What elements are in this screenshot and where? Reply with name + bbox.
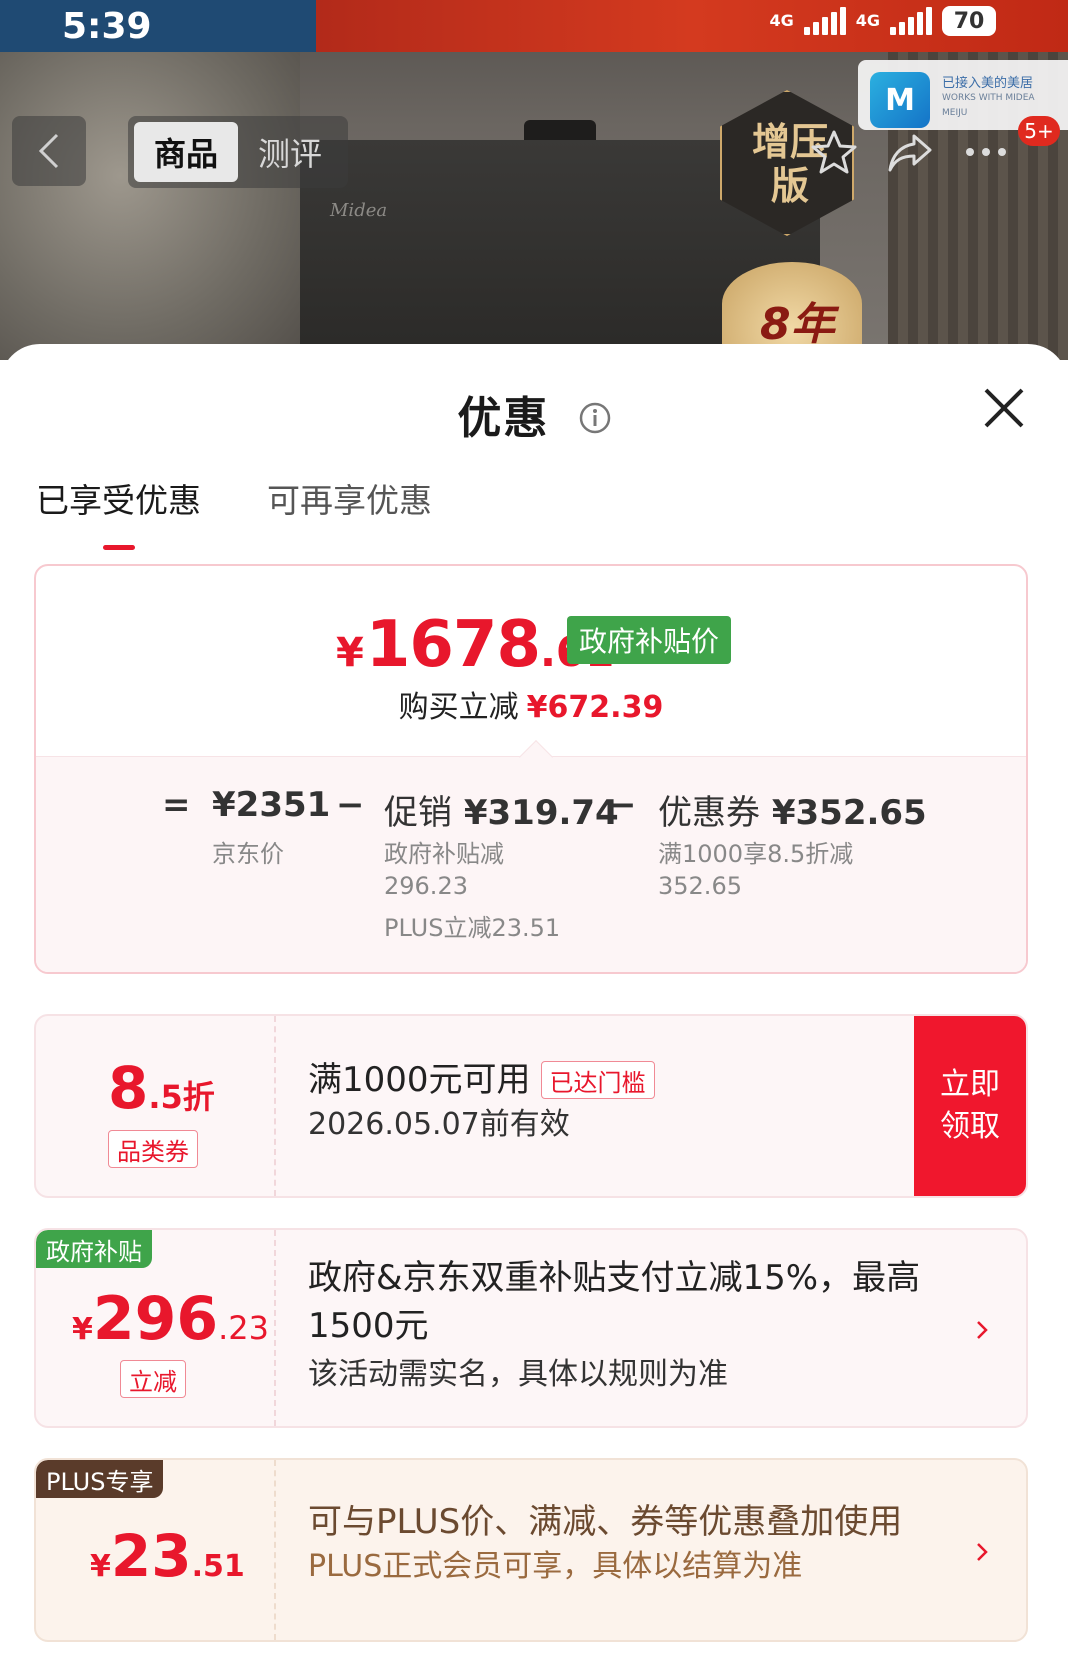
gov-currency: ¥ — [72, 1312, 93, 1347]
plus-currency: ¥ — [90, 1549, 111, 1584]
claim-coupon-button[interactable]: 立即领取 — [914, 1016, 1026, 1196]
back-button[interactable] — [12, 116, 86, 186]
warranty-badge-text: 8年 — [760, 299, 835, 350]
meiju-logo-icon: M — [870, 72, 930, 128]
gov-desc: 该活动需实名，具体以规则为准 — [308, 1357, 728, 1392]
coupon-type-tag: 品类券 — [108, 1130, 198, 1168]
notification-badge: 5+ — [1018, 116, 1060, 146]
device-brand-mark: Midea — [330, 200, 388, 221]
coupon-card: 8 .5折 品类券 满1000元可用 已达门槛 2026.05.07前有效 立即… — [34, 1014, 1028, 1198]
plus-title: 可与PLUS价、满减、券等优惠叠加使用 — [308, 1502, 903, 1542]
gov-amount-int: 296 — [92, 1284, 219, 1354]
reduce-label: 购买立减 — [398, 690, 519, 725]
coupon-sub-2: 352.65 — [658, 872, 742, 900]
equals-sign: = — [162, 785, 191, 825]
threshold-tag: 已达门槛 — [540, 1061, 655, 1099]
gov-amount: ¥ 296 .23 — [72, 1284, 269, 1354]
reduce-line: 购买立减 ¥672.39 — [36, 682, 1026, 726]
tab-review[interactable]: 测评 — [238, 122, 342, 182]
minus-sign: − — [608, 785, 637, 825]
promo-sub-3: PLUS立减23.51 — [384, 914, 561, 942]
tab-enjoyed-discounts[interactable]: 已享受优惠 — [36, 474, 201, 550]
plus-amount-dec: .51 — [191, 1549, 245, 1584]
network-type-2: 4G — [855, 11, 880, 30]
coupon-body: 满1000元可用 已达门槛 2026.05.07前有效 — [308, 1056, 655, 1146]
background-tree — [0, 52, 300, 360]
star-icon[interactable] — [810, 128, 858, 176]
final-price-currency: ¥ — [336, 630, 364, 676]
claim-coupon-label: 立即领取 — [940, 1067, 1000, 1144]
chevron-left-icon — [38, 133, 59, 169]
coupon-value-column: 8 .5折 品类券 — [36, 1016, 276, 1196]
close-icon[interactable] — [982, 386, 1026, 430]
info-icon[interactable] — [579, 402, 611, 434]
meiju-title: 已接入美的美居 — [942, 76, 1034, 91]
promo-amount: ¥319.74 — [463, 793, 619, 833]
coupon-title-row: 满1000元可用 已达门槛 — [308, 1056, 655, 1104]
coupon-label: 优惠券 — [658, 793, 760, 833]
final-price-int: 1678 — [365, 608, 541, 682]
coupon-amount: ¥352.65 — [771, 793, 927, 833]
promo-sub-1: 政府补贴减 — [384, 840, 504, 868]
battery-icon: 70 — [942, 6, 996, 36]
plus-desc: PLUS正式会员可享，具体以结算为准 — [308, 1549, 803, 1584]
jd-price-label: 京东价 — [212, 840, 284, 868]
sheet-title: 优惠 — [457, 393, 550, 444]
gov-type-tag: 立减 — [120, 1360, 186, 1398]
discount-big: 8 — [108, 1054, 149, 1122]
gov-title: 政府&京东双重补贴支付立减15%，最高1500元 — [308, 1258, 921, 1346]
signal-icon — [890, 7, 932, 35]
meiju-text: 已接入美的美居 WORKS WITH MIDEA MEIJU — [942, 76, 1062, 121]
price-summary-card: ¥ 1678 .61 政府补贴价 购买立减¥672.39 = ¥2351 京东价… — [34, 564, 1028, 974]
coupon-item: 优惠券 ¥352.65 — [658, 785, 927, 834]
discount-small: .5折 — [148, 1078, 215, 1116]
plus-card[interactable]: PLUS专享 ¥ 23 .51 可与PLUS价、满减、券等优惠叠加使用 PLUS… — [34, 1458, 1028, 1642]
summary-top: ¥ 1678 .61 政府补贴价 购买立减¥672.39 — [36, 566, 1026, 756]
share-icon[interactable] — [886, 128, 934, 176]
banner-left — [0, 0, 316, 52]
coupon-sub-1: 满1000享8.5折减 — [658, 840, 854, 868]
gov-corner-tag: 政府补贴 — [36, 1230, 152, 1268]
product-tabs: 商品 测评 — [128, 116, 348, 188]
promo-sub-2: 296.23 — [384, 872, 468, 900]
jd-price: ¥2351 — [212, 785, 331, 825]
discount-sheet: 优惠 已享受优惠 可再享优惠 ¥ 1678 .61 政府补贴价 购买立减¥672… — [0, 344, 1068, 1657]
signal-icon — [803, 7, 846, 35]
network-type-1: 4G — [769, 11, 794, 30]
minus-sign: − — [336, 785, 365, 825]
promo-label: 促销 — [384, 793, 452, 833]
more-icon[interactable] — [962, 128, 1010, 176]
reduce-amount: ¥672.39 — [526, 690, 664, 725]
plus-value-column: PLUS专享 ¥ 23 .51 — [36, 1460, 276, 1640]
gov-subsidy-price-tag: 政府补贴价 — [567, 616, 732, 664]
plus-amount: ¥ 23 .51 — [90, 1522, 245, 1590]
plus-corner-tag: PLUS专享 — [36, 1460, 164, 1498]
tab-product[interactable]: 商品 — [134, 122, 238, 182]
gov-subsidy-card[interactable]: 政府补贴 ¥ 296 .23 立减 政府&京东双重补贴支付立减15%，最高150… — [34, 1228, 1028, 1428]
plus-body: 可与PLUS价、满减、券等优惠叠加使用 PLUS正式会员可享，具体以结算为准 — [308, 1498, 948, 1588]
sheet-header: 优惠 — [0, 382, 1068, 446]
gov-amount-dec: .23 — [218, 1309, 270, 1347]
chevron-right-icon — [977, 1321, 988, 1339]
tab-more-discounts[interactable]: 可再享优惠 — [267, 474, 432, 550]
status-time: 5:39 — [62, 6, 152, 47]
price-breakdown: = ¥2351 京东价 − 促销 ¥319.74 政府补贴减 296.23 PL… — [36, 740, 1026, 972]
status-indicators: 4G 4G 70 — [769, 6, 996, 36]
promo-item: 促销 ¥319.74 — [384, 785, 619, 834]
chevron-right-icon — [977, 1543, 988, 1561]
discount-value: 8 .5折 — [108, 1054, 215, 1122]
coupon-valid: 2026.05.07前有效 — [308, 1107, 570, 1142]
top-actions — [810, 128, 1010, 176]
coupon-title: 满1000元可用 — [308, 1060, 531, 1100]
gov-body: 政府&京东双重补贴支付立减15%，最高1500元 该活动需实名，具体以规则为准 — [308, 1254, 948, 1396]
gov-value-column: 政府补贴 ¥ 296 .23 立减 — [36, 1230, 276, 1426]
discount-tabs: 已享受优惠 可再享优惠 — [36, 474, 432, 550]
plus-amount-int: 23 — [110, 1522, 192, 1590]
